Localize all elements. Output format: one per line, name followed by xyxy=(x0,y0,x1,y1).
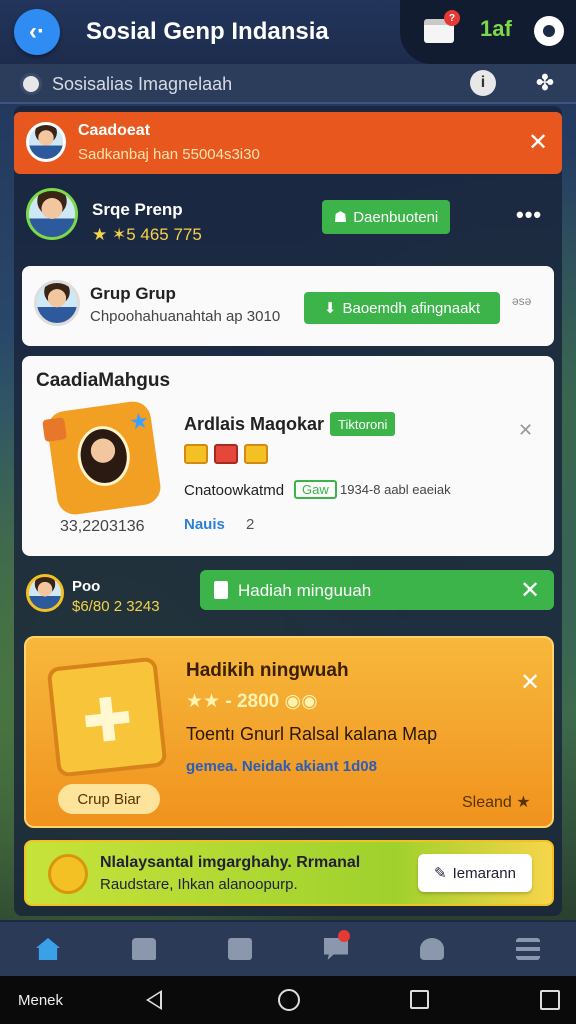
users-icon: ☗ xyxy=(333,209,348,226)
promo-line2: Raudstare, Ihkan alanoopurp. xyxy=(100,876,298,893)
app-header: ‹· Sosial Genp Indansia ? 1af xyxy=(0,0,576,64)
lock-icon xyxy=(132,938,156,960)
close-icon[interactable]: ✕ xyxy=(520,668,540,697)
reward-avatar[interactable] xyxy=(26,574,64,612)
info-icon: i xyxy=(480,74,486,91)
nav-menu[interactable] xyxy=(498,924,558,974)
feature-count: 33,2203136 xyxy=(60,518,145,535)
weekly-title: Hadikih ningwuah xyxy=(186,660,349,681)
sub-header-title: Sosisalias Imagnelaah xyxy=(52,74,233,94)
document-icon xyxy=(214,581,228,599)
reward-subtitle: $6/80 2 3243 xyxy=(72,598,160,615)
grup-join-button[interactable]: ⬇ Baoemdh afingnaakt xyxy=(304,292,500,324)
promo-button[interactable]: ✎ Iemarann xyxy=(418,854,532,892)
settings-button[interactable] xyxy=(532,14,566,48)
grup-name: Grup Grup xyxy=(90,284,176,303)
weekly-reward-text: Hadiah minguuah xyxy=(238,581,372,600)
weekly-link[interactable]: gemea. Neidak akiant 1d08 xyxy=(186,758,377,775)
system-navigation-bar: Menek xyxy=(0,976,576,1024)
weekly-description: Toentı Gnurl Ralsal kalana Map xyxy=(186,724,438,744)
grup-count: əsə xyxy=(512,294,532,308)
nav-home[interactable] xyxy=(18,924,78,974)
close-icon[interactable]: ✕ xyxy=(518,420,533,441)
grup-card[interactable]: Grup Grup Chpoohahuanahtah ap 3010 ⬇ Bao… xyxy=(22,266,554,346)
notification-dot xyxy=(338,930,350,942)
weekly-stars: ★★ - 2800 ◉◉ xyxy=(186,691,318,712)
header-count[interactable]: 1af xyxy=(480,16,512,42)
close-icon[interactable]: ✕ xyxy=(528,128,548,157)
user-circle-icon xyxy=(20,73,42,95)
group-avatar[interactable] xyxy=(26,188,78,240)
group-score: ★ ✶5 465 775 xyxy=(92,225,202,244)
app-title: Sosial Genp Indansia xyxy=(86,18,329,45)
id-card-icon xyxy=(228,938,252,960)
nav-chat[interactable] xyxy=(306,924,366,974)
reward-name: Poo xyxy=(72,578,101,595)
system-home-icon[interactable] xyxy=(278,989,300,1011)
header-actions: ? 1af xyxy=(400,0,576,64)
gear-icon xyxy=(534,16,564,46)
back-button[interactable]: ‹· xyxy=(14,9,60,55)
bottom-navigation xyxy=(0,922,576,976)
puzzle-icon: ✤ xyxy=(535,70,555,95)
system-back-icon[interactable] xyxy=(146,990,162,1010)
download-icon: ⬇ xyxy=(323,300,337,317)
promo-card[interactable]: Nlalaysantal imgarghahy. Rrmanal Raudsta… xyxy=(24,840,554,906)
user-icon xyxy=(420,938,444,960)
avatar xyxy=(26,122,66,162)
feature-link-number: 2 xyxy=(246,516,255,533)
system-label: Menek xyxy=(18,992,64,1009)
nav-profile-card[interactable] xyxy=(210,924,270,974)
badge-icon xyxy=(244,444,268,464)
home-icon xyxy=(36,938,60,960)
feature-item-tag: Tiktoroni xyxy=(330,412,396,436)
feature-badge-art: ★ xyxy=(42,399,163,517)
banner-name: Caadoeat xyxy=(78,122,151,139)
menu-icon xyxy=(516,938,540,960)
back-arrow-icon: ‹· xyxy=(29,18,45,45)
feature-item-name: Ardlais Maqokar xyxy=(184,414,325,434)
nav-profile[interactable] xyxy=(402,924,462,974)
info-button[interactable]: i xyxy=(470,70,496,96)
feature-info-label: Cnatoowkatmd xyxy=(184,482,285,499)
avatar xyxy=(34,280,80,326)
puzzle-button[interactable]: ✤ xyxy=(532,70,558,96)
treasure-chest-icon: ✚ xyxy=(46,656,168,778)
badge-icon xyxy=(184,444,208,464)
badge-icon xyxy=(214,444,238,464)
top-banner-card[interactable]: Caadoeat Sadkanbaj han 55004s3i30 ✕ xyxy=(14,112,562,174)
wallet-button[interactable]: ? xyxy=(422,10,460,48)
feature-link[interactable]: Nauis xyxy=(184,516,225,533)
coin-icon xyxy=(48,854,88,894)
group-claim-button[interactable]: Crup Biar xyxy=(58,784,160,814)
promo-line1: Nlalaysantal imgarghahy. Rrmanal xyxy=(100,854,361,871)
screenshot-icon[interactable] xyxy=(540,990,560,1010)
notification-badge: ? xyxy=(444,10,460,26)
pencil-icon: ✎ xyxy=(434,865,447,882)
grup-subtitle: Chpoohahuanahtah ap 3010 xyxy=(90,308,281,325)
group-name: Srqe Prenp xyxy=(92,200,183,219)
banner-subtitle: Sadkanbaj han 55004s3i30 xyxy=(78,146,260,163)
feature-info-value: 1934-8 aabl eaeiak xyxy=(340,482,451,497)
feature-card[interactable]: CaadiaMahgus ★ 33,2203136 Ardlais Maqoka… xyxy=(22,356,554,556)
grup-join-label: Baoemdh afingnaakt xyxy=(342,299,481,317)
stand-label[interactable]: Sleand ★ xyxy=(462,792,531,812)
nav-lock[interactable] xyxy=(114,924,174,974)
more-options-icon[interactable]: ••• xyxy=(516,202,542,228)
feature-info-tag: Gaw xyxy=(294,480,337,499)
feature-title: CaadiaMahgus xyxy=(36,370,171,391)
group-action-button[interactable]: ☗ Daenbuoteni xyxy=(322,200,450,234)
close-icon[interactable]: ✕ xyxy=(520,576,540,605)
feature-badges xyxy=(184,444,268,464)
group-action-label: Daenbuoteni xyxy=(353,208,439,226)
system-recents-icon[interactable] xyxy=(410,990,429,1009)
promo-button-label: Iemarann xyxy=(452,864,516,882)
weekly-reward-card[interactable]: ✚ Crup Biar Hadikih ningwuah ★★ - 2800 ◉… xyxy=(24,636,554,828)
weekly-reward-banner[interactable]: Hadiah minguuah ✕ xyxy=(200,570,554,610)
